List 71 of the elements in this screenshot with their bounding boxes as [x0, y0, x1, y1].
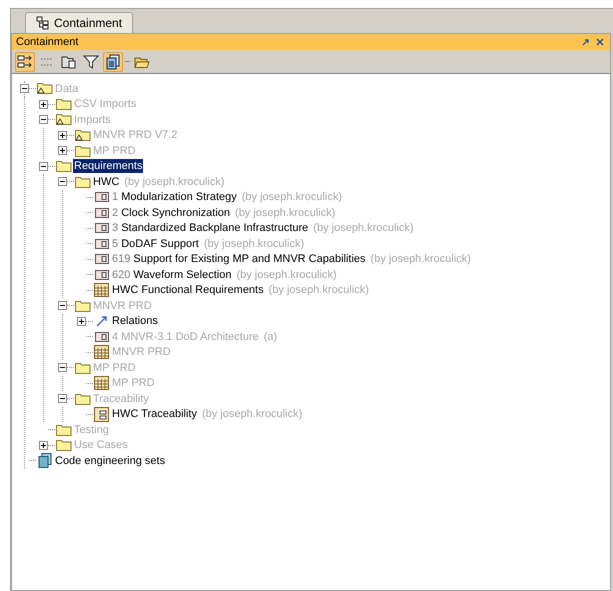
folder-icon — [74, 300, 90, 312]
relation-arrow-icon — [94, 315, 108, 328]
owner-note: (by joseph.kroculick) — [235, 206, 336, 220]
owner-note: (by joseph.kroculick) — [236, 268, 337, 282]
collapse-icon[interactable] — [58, 394, 67, 404]
open-folder-icon — [134, 54, 150, 68]
code-set-icon — [38, 453, 52, 468]
requirement-icon — [94, 223, 108, 234]
folder-icon — [74, 392, 90, 405]
folder-icon — [74, 362, 90, 374]
close-icon[interactable] — [596, 38, 604, 46]
tree-item[interactable]: 3 Standardized Backplane Infrastructure — [111, 221, 310, 236]
tree-item[interactable]: HWC Functional Requirements — [111, 283, 265, 298]
folder-warning-icon — [36, 82, 52, 96]
filter-icon — [83, 54, 99, 68]
table-icon — [94, 283, 109, 298]
collapse-icon[interactable] — [58, 177, 67, 186]
collapse-icon[interactable] — [39, 162, 48, 171]
table-icon — [94, 376, 109, 390]
arrange-icon — [17, 54, 33, 68]
expand-icon[interactable] — [77, 316, 86, 326]
tree-item[interactable]: Code engineering sets — [54, 454, 166, 468]
tree-item[interactable]: Requirements — [73, 159, 144, 174]
expand-icon[interactable] — [39, 100, 48, 109]
tree-item[interactable]: 5 DoDAF Support — [111, 236, 200, 251]
tree-item[interactable]: 2 Clock Synchronization — [111, 206, 232, 220]
folder-icon — [56, 160, 72, 172]
owner-note: (by joseph.kroculick) — [370, 252, 471, 267]
collapse-icon[interactable] — [58, 363, 67, 372]
docs-icon — [105, 54, 121, 70]
toolbar-button[interactable] — [103, 52, 123, 72]
owner-note: (by joseph.kroculick) — [202, 407, 302, 422]
table-icon — [94, 345, 109, 360]
requirement-icon — [94, 332, 108, 342]
collapse-icon[interactable] — [20, 84, 29, 94]
toolbar-button[interactable] — [15, 52, 35, 72]
folder-icon — [56, 439, 72, 452]
folder-icon — [74, 144, 90, 157]
folder-icon — [74, 176, 90, 188]
owner-note: (by joseph.kroculick) — [124, 174, 225, 190]
matrix-icon — [94, 406, 109, 422]
restore-icon[interactable] — [582, 38, 590, 46]
folder-warning-icon — [74, 128, 90, 142]
collapse-icon[interactable] — [58, 301, 67, 310]
containment-tab[interactable]: Containment — [25, 12, 134, 33]
requirement-icon — [94, 208, 108, 218]
tree-item[interactable]: HWC Traceability — [111, 407, 198, 422]
requirement-icon — [94, 270, 108, 280]
expand-icon[interactable] — [58, 130, 67, 140]
owner-note: (a) — [264, 330, 278, 344]
folder-icon — [56, 424, 72, 436]
tree-item[interactable]: 619 Support for Existing MP and MNVR Capabilities — [111, 252, 367, 266]
tree-item[interactable]: Relations — [111, 314, 159, 328]
folder-doc-icon — [61, 54, 77, 68]
owner-note: (by joseph.kroculick) — [268, 283, 369, 298]
tree-item[interactable]: 620 Waveform Selection — [111, 268, 232, 282]
panel-title: Containment — [16, 34, 78, 50]
owner-note: (by joseph.kroculick) — [313, 221, 414, 236]
folder-warning-icon — [56, 113, 72, 126]
collapse-icon[interactable] — [39, 115, 48, 124]
folder-icon — [56, 98, 72, 110]
expand-icon[interactable] — [58, 146, 67, 156]
owner-note: (by joseph.kroculick) — [204, 236, 304, 252]
tree-structure-icon — [36, 16, 50, 30]
owner-note: (by joseph.kroculick) — [242, 190, 342, 205]
tree-item[interactable]: HWC — [92, 174, 120, 189]
requirement-icon — [94, 238, 108, 249]
expand-icon[interactable] — [39, 440, 48, 450]
requirement-icon — [94, 254, 108, 264]
requirement-icon — [94, 192, 108, 202]
tree-item[interactable]: 1 Modularization Strategy — [111, 190, 238, 204]
